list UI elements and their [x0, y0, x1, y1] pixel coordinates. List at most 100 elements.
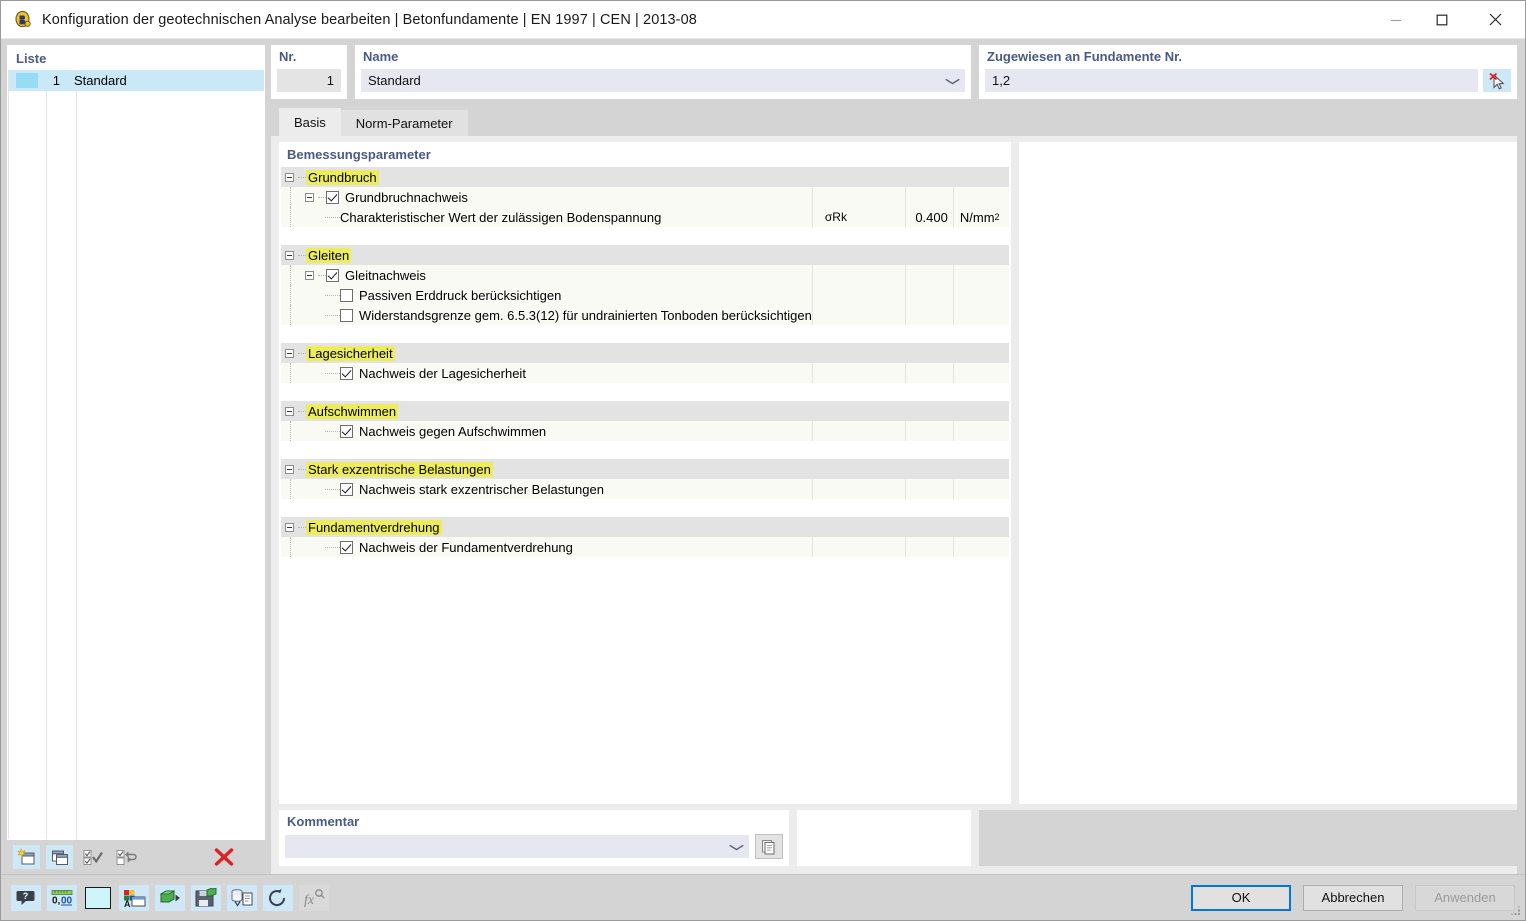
checkbox-checked[interactable]: [340, 366, 353, 380]
dialog-buttons: OK Abbrechen Anwenden: [1191, 884, 1515, 911]
display-properties-button[interactable]: A: [119, 884, 149, 911]
window-title: Konfiguration der geotechnischen Analyse…: [42, 11, 697, 28]
tree-section-label: Stark exzentrische Belastungen: [306, 461, 493, 477]
checkbox-checked[interactable]: [326, 190, 339, 204]
tree-row[interactable]: Nachweis der Lagesicherheit: [281, 363, 1009, 383]
tree-connector: [298, 526, 306, 528]
checkbox-checked[interactable]: [326, 268, 339, 282]
tree-cell: [905, 459, 953, 479]
collapse-expander-icon[interactable]: [285, 464, 294, 474]
collapse-expander-icon[interactable]: [285, 250, 294, 260]
tree-section-main: Aufschwimmen: [281, 401, 812, 421]
copy-pages-icon[interactable]: [755, 834, 783, 859]
close-button[interactable]: [1465, 1, 1525, 38]
name-input[interactable]: Standard: [361, 69, 965, 92]
duplicate-item-button[interactable]: [46, 845, 73, 869]
collapse-expander-icon[interactable]: [305, 270, 314, 280]
collapse-expander-icon[interactable]: [285, 522, 294, 532]
comment-filler: [979, 810, 1517, 866]
delete-item-button[interactable]: [210, 845, 237, 869]
collapse-expander-icon[interactable]: [285, 172, 294, 182]
preview-panel: [1018, 142, 1517, 804]
tree-guide: [290, 207, 291, 227]
new-item-button[interactable]: [13, 845, 40, 869]
minimize-button[interactable]: [1373, 1, 1419, 38]
tree-section-header[interactable]: Gleiten: [281, 245, 1009, 265]
tree-unit-cell: [952, 421, 1009, 441]
checkbox-checked[interactable]: [340, 540, 353, 554]
units-button[interactable]: 0, 00: [47, 884, 77, 911]
assigned-label: Zugewiesen an Fundamente Nr.: [987, 49, 1183, 64]
tree-row[interactable]: Passiven Erddruck berücksichtigen: [281, 285, 1009, 305]
tree-section-header[interactable]: Aufschwimmen: [281, 401, 1009, 421]
tree-symbol-cell: [811, 265, 905, 285]
tree-row[interactable]: Nachweis stark exzentrischer Belastungen: [281, 479, 1009, 499]
checkbox-checked[interactable]: [340, 482, 353, 496]
checkbox-unchecked[interactable]: [340, 288, 353, 302]
dlubal-logo-icon: [13, 10, 33, 30]
comment-input[interactable]: [285, 835, 749, 858]
tree-section-header[interactable]: Fundamentverdrehung: [281, 517, 1009, 537]
content-panel: Nr. 1 Name Standard Zugewiesen an Fundam…: [271, 39, 1525, 874]
tree-cell: [812, 343, 905, 363]
parameter-tree: Grundbruch Grundbruchnachweis Charakterist…: [281, 166, 1009, 802]
save-to-library-button[interactable]: [227, 884, 257, 911]
tab-norm-parameter[interactable]: Norm-Parameter: [340, 110, 468, 136]
checkbox-checked[interactable]: [340, 424, 353, 438]
reset-button[interactable]: [263, 884, 293, 911]
select-objects-cursor-icon[interactable]: [1483, 69, 1511, 92]
tree-section-header[interactable]: Stark exzentrische Belastungen: [281, 459, 1009, 479]
tree-guide: [290, 537, 291, 557]
list-body: 1 Standard: [8, 70, 264, 839]
select-all-button[interactable]: [79, 845, 106, 869]
export-button[interactable]: [191, 884, 221, 911]
tree-row-main: Nachweis der Lagesicherheit: [281, 363, 812, 383]
tree-section-header[interactable]: Lagesicherheit: [281, 343, 1009, 363]
header-fields: Nr. 1 Name Standard Zugewiesen an Fundam…: [271, 45, 1517, 99]
cancel-button[interactable]: Abbrechen: [1303, 884, 1403, 911]
chevron-down-icon: [728, 841, 745, 853]
resize-grip-icon[interactable]: [1510, 905, 1522, 917]
tree-row[interactable]: Gleitnachweis: [281, 265, 1009, 285]
tree-spacer: [281, 557, 1009, 575]
tree-row[interactable]: Charakteristischer Wert der zulässigen B…: [281, 207, 1009, 227]
title-bar: Konfiguration der geotechnischen Analyse…: [1, 1, 1525, 39]
tree-cell: [812, 401, 905, 421]
tree-cell: [905, 401, 953, 421]
tree-row-label: Grundbruchnachweis: [345, 189, 468, 205]
tree-row[interactable]: Widerstandsgrenze gem. 6.5.3(12) für und…: [281, 305, 1009, 325]
tree-row[interactable]: Nachweis der Fundamentverdrehung: [281, 537, 1009, 557]
tree-section-header[interactable]: Grundbruch: [281, 167, 1009, 187]
invert-selection-button[interactable]: [112, 845, 139, 869]
collapse-expander-icon[interactable]: [285, 348, 294, 358]
tree-row[interactable]: Nachweis gegen Aufschwimmen: [281, 421, 1009, 441]
tab-content-basis: Bemessungsparameter Grundbruch Grundbruch…: [271, 136, 1517, 804]
tree-row[interactable]: Grundbruchnachweis: [281, 187, 1009, 207]
tree-section-main: Grundbruch: [281, 167, 812, 187]
assigned-value: 1,2: [992, 73, 1011, 88]
maximize-button[interactable]: [1419, 1, 1465, 38]
import-button[interactable]: [155, 884, 185, 911]
tree-value-cell[interactable]: 0.400: [904, 207, 953, 227]
ok-button[interactable]: OK: [1191, 884, 1291, 911]
checkbox-unchecked[interactable]: [340, 308, 353, 322]
tree-row-main: Passiven Erddruck berücksichtigen: [281, 285, 812, 305]
assigned-field-group: Zugewiesen an Fundamente Nr. 1,2: [979, 45, 1517, 99]
tree-value-cell: [904, 265, 953, 285]
assigned-input[interactable]: 1,2: [985, 69, 1478, 92]
list-toolbar: [7, 840, 265, 874]
tree-row-main: Nachweis gegen Aufschwimmen: [281, 421, 812, 441]
color-button[interactable]: [83, 885, 113, 911]
comment-label: Kommentar: [287, 814, 360, 829]
tree-spacer: [281, 383, 1009, 401]
tree-symbol-cell: [811, 187, 905, 207]
collapse-expander-icon[interactable]: [285, 406, 294, 416]
tree-symbol-cell: [811, 305, 905, 325]
list-item[interactable]: 1 Standard: [8, 70, 264, 91]
tree-value-cell: [904, 187, 953, 207]
help-button[interactable]: ?: [11, 884, 41, 911]
window-controls: [1373, 1, 1525, 38]
tree-unit-cell: [952, 305, 1009, 325]
tab-basis[interactable]: Basis: [279, 108, 341, 136]
collapse-expander-icon[interactable]: [305, 192, 314, 202]
